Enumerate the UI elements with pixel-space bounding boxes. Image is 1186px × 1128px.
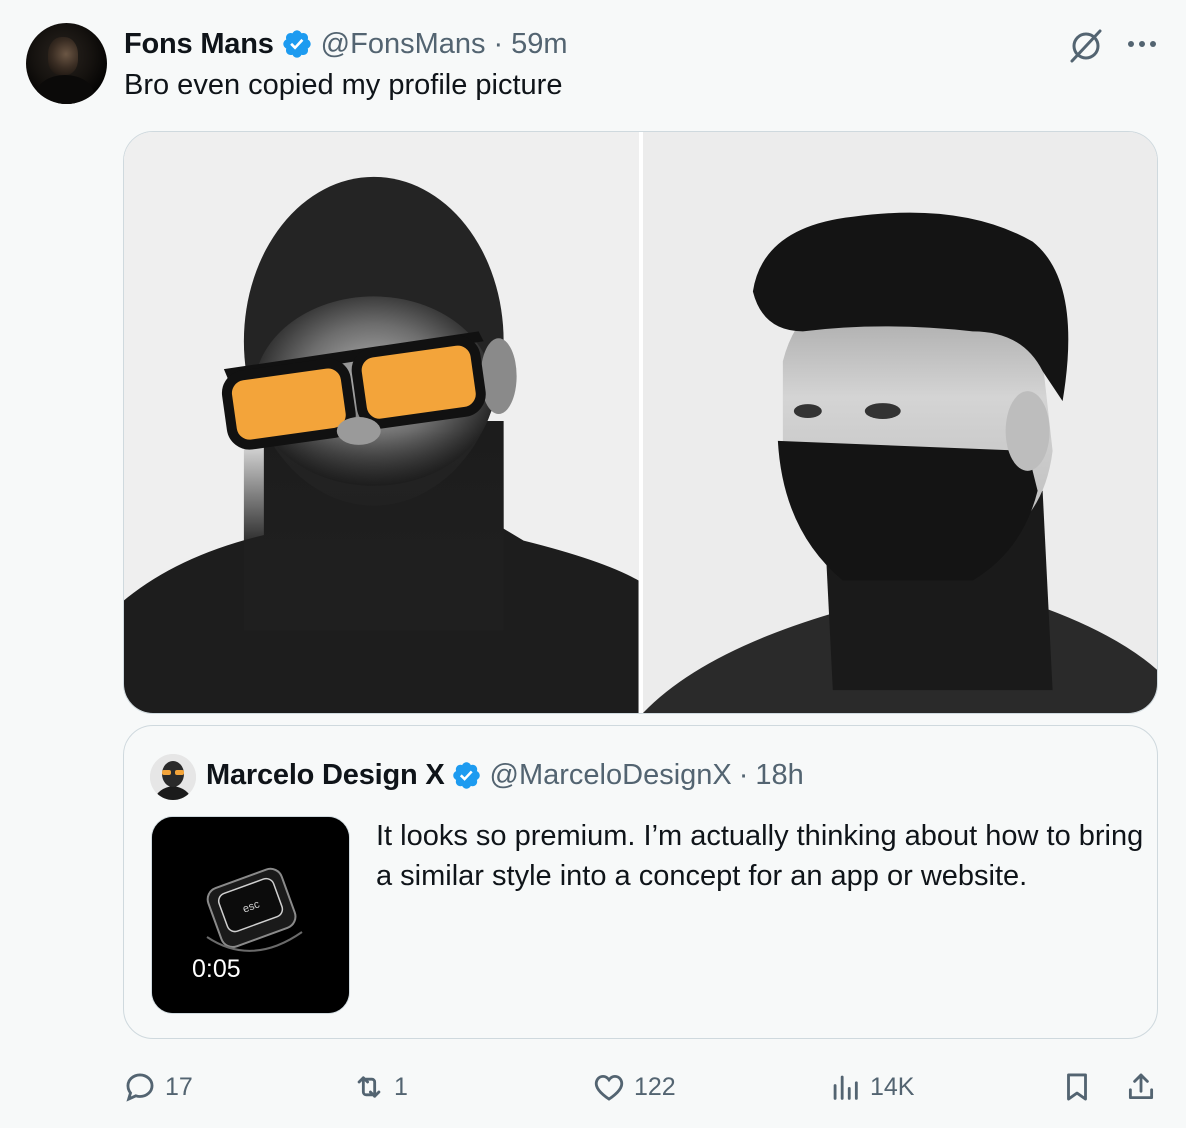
reply-button[interactable]: 17 — [123, 1064, 193, 1110]
tweet-timestamp[interactable]: 59m — [511, 28, 567, 61]
avatar-face — [48, 37, 78, 75]
verified-badge-icon — [283, 30, 311, 58]
quoted-tweet-header: Marcelo Design X @MarceloDesignX · 18h — [206, 756, 804, 794]
quoted-tweet-timestamp[interactable]: 18h — [755, 759, 803, 792]
like-count: 122 — [634, 1072, 676, 1101]
quoted-author-avatar[interactable] — [150, 754, 196, 800]
like-button[interactable]: 122 — [592, 1064, 676, 1110]
quoted-avatar-image — [150, 754, 196, 800]
media-image-left[interactable] — [124, 132, 639, 713]
retweet-button[interactable]: 1 — [352, 1064, 408, 1110]
avatar-shoulders — [36, 75, 94, 104]
author-avatar[interactable] — [26, 23, 107, 104]
quoted-author-name[interactable]: Marcelo Design X — [206, 759, 445, 792]
verified-badge-icon — [452, 761, 480, 789]
more-options-icon[interactable] — [1124, 30, 1160, 58]
dot-separator: · — [493, 27, 504, 60]
author-handle[interactable]: @FonsMans — [321, 28, 486, 61]
bookmark-button[interactable] — [1060, 1064, 1094, 1110]
reply-count: 17 — [165, 1072, 193, 1101]
author-name[interactable]: Fons Mans — [124, 28, 274, 61]
heart-icon — [594, 1074, 624, 1101]
quoted-author-handle[interactable]: @MarceloDesignX — [490, 759, 732, 792]
tweet-text: Bro even copied my profile picture — [124, 69, 563, 101]
video-duration-label: 0:05 — [192, 955, 241, 983]
quoted-tweet[interactable]: Marcelo Design X @MarceloDesignX · 18h e… — [123, 725, 1158, 1039]
bookmark-icon — [1067, 1073, 1087, 1101]
share-button[interactable] — [1124, 1064, 1158, 1110]
views-chart-icon — [833, 1075, 858, 1100]
quoted-tweet-text: It looks so premium. I’m actually thinki… — [376, 820, 1144, 892]
portrait-man-side-profile — [642, 132, 1157, 713]
views-count: 14K — [870, 1072, 915, 1101]
portrait-bald-man-orange-glasses — [124, 132, 639, 713]
esc-key-image: esc — [152, 817, 349, 1013]
media-image-right[interactable] — [642, 132, 1157, 713]
grok-icon[interactable] — [1066, 26, 1106, 66]
retweet-icon — [357, 1076, 381, 1098]
quoted-video-thumbnail[interactable]: esc 0:05 — [151, 816, 350, 1014]
views-button[interactable]: 14K — [828, 1064, 914, 1110]
reply-icon — [126, 1073, 154, 1102]
tweet-action-bar: 17 1 122 14K — [0, 1064, 1186, 1110]
tweet-header: Fons Mans @FonsMans · 59m — [124, 26, 568, 62]
retweet-count: 1 — [394, 1072, 408, 1101]
share-icon — [1128, 1073, 1154, 1100]
dot-separator: · — [738, 758, 749, 791]
tweet-media-grid — [123, 131, 1158, 714]
